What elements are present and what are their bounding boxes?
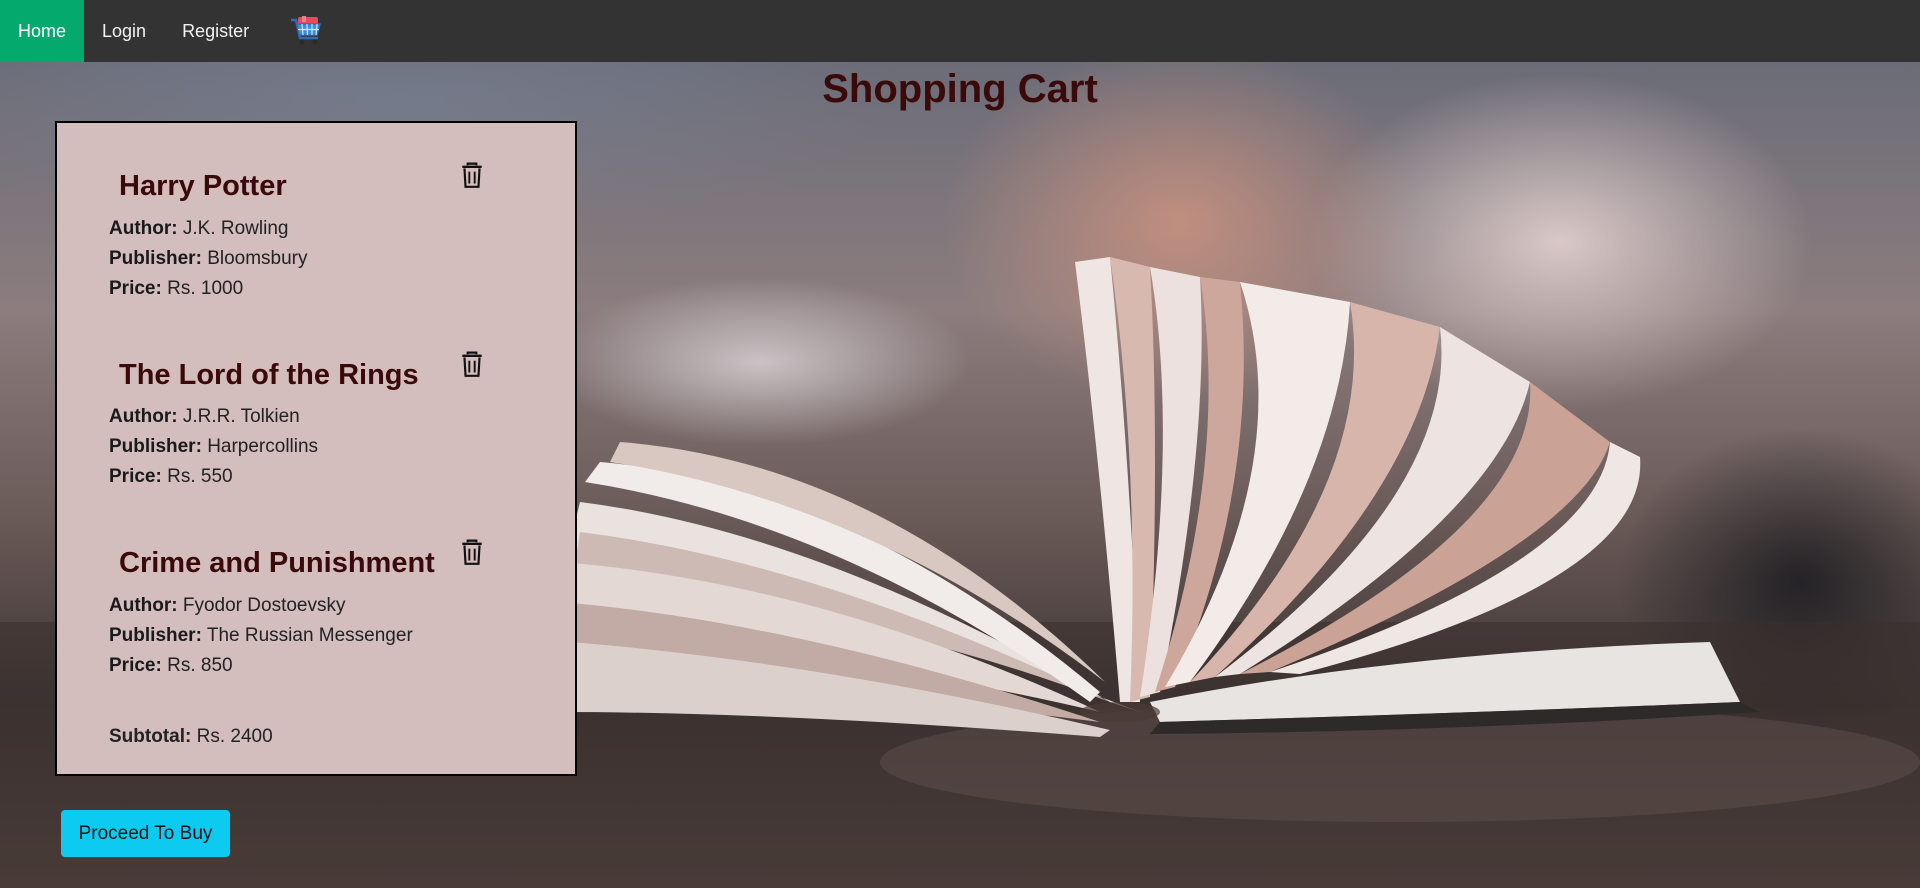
- publisher-label: Publisher:: [109, 625, 202, 646]
- item-title: Crime and Punishment: [119, 547, 435, 579]
- item-price: Price: Rs. 550: [109, 465, 233, 489]
- item-author: Author: J.K. Rowling: [109, 217, 288, 241]
- publisher-value: Bloomsbury: [207, 248, 308, 269]
- price-label: Price:: [109, 278, 162, 299]
- subtotal-value: Rs. 2400: [196, 726, 273, 747]
- item-author: Author: J.R.R. Tolkien: [109, 405, 300, 429]
- shopping-cart-icon: [291, 16, 322, 45]
- item-price: Price: Rs. 1000: [109, 277, 243, 301]
- proceed-to-buy-button[interactable]: Proceed To Buy: [61, 810, 230, 857]
- trash-icon[interactable]: [459, 351, 485, 379]
- subtotal-label: Subtotal:: [109, 726, 192, 747]
- nav-cart-link[interactable]: [267, 0, 341, 62]
- author-label: Author:: [109, 406, 178, 427]
- publisher-label: Publisher:: [109, 436, 202, 457]
- price-value: Rs. 850: [167, 655, 233, 676]
- item-publisher: Publisher: Bloomsbury: [109, 247, 308, 271]
- author-value: J.R.R. Tolkien: [182, 406, 300, 427]
- author-label: Author:: [109, 218, 178, 239]
- item-price: Price: Rs. 850: [109, 654, 233, 678]
- nav-login-link[interactable]: Login: [84, 0, 164, 62]
- item-publisher: Publisher: Harpercollins: [109, 435, 318, 459]
- publisher-value: Harpercollins: [207, 436, 319, 457]
- page-title: Shopping Cart: [822, 67, 1098, 111]
- item-title: Harry Potter: [119, 170, 287, 202]
- trash-icon[interactable]: [459, 162, 485, 190]
- item-publisher: Publisher: The Russian Messenger: [109, 624, 413, 648]
- trash-icon[interactable]: [459, 539, 485, 567]
- top-navbar: Home Login Register: [0, 0, 1920, 62]
- item-title: The Lord of the Rings: [119, 359, 419, 391]
- cart-subtotal: Subtotal: Rs. 2400: [109, 725, 273, 749]
- publisher-label: Publisher:: [109, 248, 202, 269]
- price-label: Price:: [109, 655, 162, 676]
- author-label: Author:: [109, 595, 178, 616]
- price-value: Rs. 1000: [167, 278, 244, 299]
- author-value: J.K. Rowling: [182, 218, 289, 239]
- item-author: Author: Fyodor Dostoevsky: [109, 594, 346, 618]
- publisher-value: The Russian Messenger: [206, 625, 413, 646]
- nav-register-link[interactable]: Register: [164, 0, 267, 62]
- author-value: Fyodor Dostoevsky: [182, 595, 346, 616]
- price-label: Price:: [109, 466, 162, 487]
- cart-panel: Harry Potter Author: J.K. Rowling Publis…: [55, 121, 577, 776]
- nav-home-link[interactable]: Home: [0, 0, 85, 62]
- price-value: Rs. 550: [167, 466, 233, 487]
